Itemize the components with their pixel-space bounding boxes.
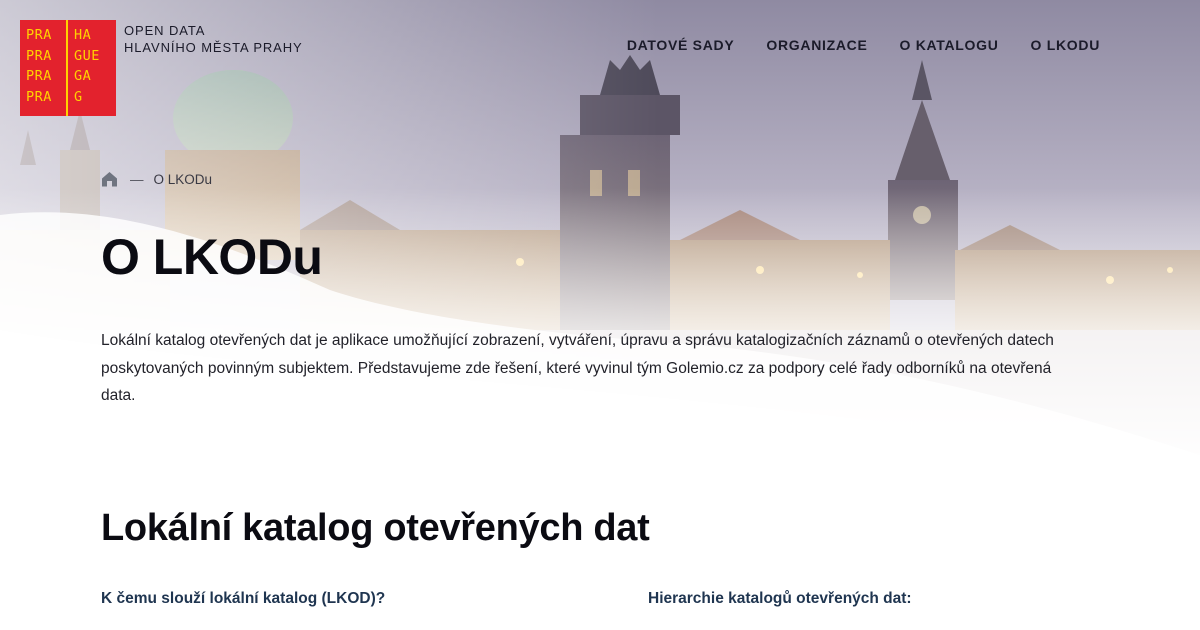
- main-nav: DATOVÉ SADY ORGANIZACE O KATALOGU O LKOD…: [627, 37, 1100, 53]
- nav-item-o-lkodu[interactable]: O LKODU: [1031, 37, 1100, 53]
- logo-text: GUE: [74, 47, 100, 64]
- nav-item-datove-sady[interactable]: DATOVÉ SADY: [627, 37, 735, 53]
- site-header: PRA PRA PRA PRA HA GUE GA G OPEN DATA HL…: [0, 0, 1200, 120]
- section-right-heading: Hierarchie katalogů otevřených dat:: [648, 590, 912, 607]
- breadcrumb: — O LKODu: [101, 171, 212, 187]
- breadcrumb-separator: —: [130, 171, 144, 187]
- logo-text: HA: [74, 27, 92, 43]
- logo-text: PRA: [26, 88, 52, 105]
- logo-text: G: [74, 88, 83, 105]
- page-title: O LKODu: [101, 229, 323, 285]
- nav-item-organizace[interactable]: ORGANIZACE: [766, 37, 867, 53]
- site-name[interactable]: OPEN DATA HLAVNÍHO MĚSTA PRAHY: [124, 22, 303, 56]
- section-left-heading: K čemu slouží lokální katalog (LKOD)?: [101, 590, 386, 607]
- intro-paragraph: Lokální katalog otevřených dat je aplika…: [101, 332, 1054, 404]
- logo-text: PRA: [26, 68, 52, 84]
- breadcrumb-current: O LKODu: [153, 171, 213, 187]
- logo-right-column: HA GUE GA G: [68, 20, 116, 116]
- nav-item-o-katalogu[interactable]: O KATALOGU: [900, 37, 999, 53]
- logo-text: GA: [74, 68, 92, 84]
- site-name-line: HLAVNÍHO MĚSTA PRAHY: [124, 40, 303, 55]
- logo-text: PRA: [26, 47, 52, 64]
- home-icon[interactable]: [101, 171, 118, 187]
- site-name-line: OPEN DATA: [124, 23, 206, 38]
- page: PRA PRA PRA PRA HA GUE GA G OPEN DATA HL…: [0, 0, 1200, 630]
- prague-logo[interactable]: PRA PRA PRA PRA HA GUE GA G: [20, 20, 116, 116]
- section-title: Lokální katalog otevřených dat: [101, 507, 650, 549]
- logo-left-column: PRA PRA PRA PRA: [20, 20, 68, 116]
- logo-text: PRA: [26, 27, 52, 43]
